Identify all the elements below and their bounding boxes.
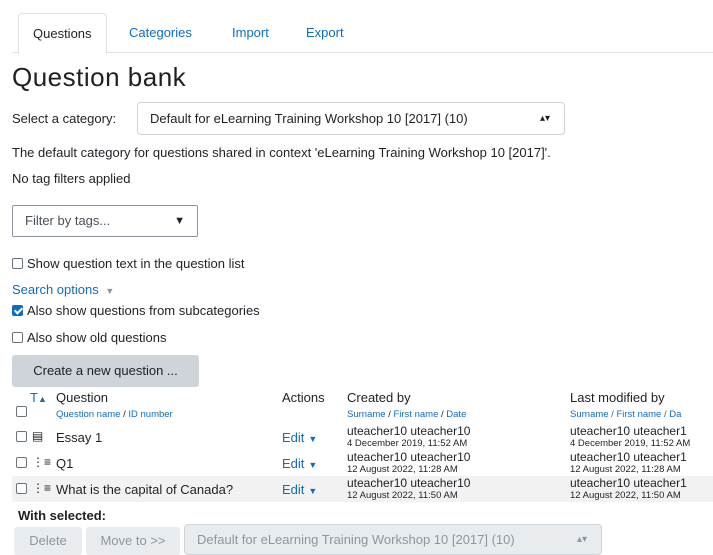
question-sort-links: Question name / ID number [56,409,173,420]
modified-sort-links[interactable]: Surname / First name / Da [570,409,681,420]
edit-label: Edit [282,482,305,497]
modified-by-name: uteacher10 uteacher1 [570,476,687,490]
tab-export[interactable]: Export [306,13,344,53]
show-question-text-checkbox[interactable] [12,258,23,269]
tab-questions[interactable]: Questions [18,13,107,54]
sort-question-name[interactable]: Question name [56,409,120,420]
row-checkbox[interactable] [16,431,27,442]
edit-menu[interactable]: Edit ▼ [282,430,317,445]
modified-date: 12 August 2022, 11:28 AM [570,464,681,475]
header-type: T [30,390,38,405]
created-date: 12 August 2022, 11:28 AM [347,464,458,475]
filter-by-tags[interactable]: Filter by tags... ▼ [12,205,198,237]
caret-down-icon: ▼ [308,486,318,496]
sort-created-first-name[interactable]: First name [393,409,438,420]
header-question: Question [56,390,109,405]
create-question-button[interactable]: Create a new question ... [12,355,199,387]
created-sort-links: Surname / First name / Date [347,409,466,420]
modified-by-name: uteacher10 uteacher1 [570,424,687,438]
caret-down-icon: ▼ [308,460,318,470]
table-row: ⋮≡ What is the capital of Canada? Edit ▼ … [12,476,713,502]
tag-filter-status: No tag filters applied [12,171,131,186]
created-by-name: uteacher10 uteacher10 [347,450,471,464]
tab-categories[interactable]: Categories [129,13,192,53]
category-select-value: Default for eLearning Training Workshop … [150,111,468,126]
subcategories-option[interactable]: Also show questions from subcategories [12,303,260,318]
multichoice-icon: ⋮≡ [32,481,52,495]
edit-menu[interactable]: Edit ▼ [282,456,317,471]
tab-import[interactable]: Import [232,13,269,53]
created-by-name: uteacher10 uteacher10 [347,476,471,490]
old-questions-option[interactable]: Also show old questions [12,330,166,345]
sort-created-surname[interactable]: Surname [347,409,386,420]
select-arrows-icon: ▴▾ [576,534,587,545]
move-to-category-select[interactable]: Default for eLearning Training Workshop … [184,524,602,555]
move-to-button[interactable]: Move to >> [86,527,180,555]
move-to-select-value: Default for eLearning Training Workshop … [197,532,515,547]
dropdown-triangle-icon: ▼ [174,215,185,227]
header-actions: Actions [282,390,325,405]
created-date: 12 August 2022, 11:50 AM [347,490,458,501]
question-name: What is the capital of Canada? [56,482,234,497]
select-arrows-icon: ▴▾ [539,113,550,124]
category-select-label: Select a category: [12,111,117,126]
sort-type-header[interactable]: T▲ [30,390,47,405]
caret-down-icon: ▼ [308,434,318,444]
sort-up-icon: ▲ [37,394,47,404]
search-options-toggle[interactable]: Search options ▼ [12,282,114,297]
created-by-name: uteacher10 uteacher10 [347,424,471,438]
tab-bar: Questions Categories Import Export [12,13,713,54]
edit-label: Edit [282,456,305,471]
table-row: ⋮≡ Q1 Edit ▼ uteacher10 uteacher10 12 Aug… [12,450,713,476]
table-row: ▤ Essay 1 Edit ▼ uteacher10 uteacher10 4 … [12,424,713,450]
delete-button[interactable]: Delete [14,527,82,555]
row-checkbox[interactable] [16,457,27,468]
edit-menu[interactable]: Edit ▼ [282,482,317,497]
show-question-text-label: Show question text in the question list [27,256,245,271]
show-question-text-option[interactable]: Show question text in the question list [12,256,245,271]
row-checkbox[interactable] [16,483,27,494]
sort-created-date[interactable]: Date [446,409,466,420]
old-questions-checkbox[interactable] [12,332,23,343]
question-name: Essay 1 [56,430,103,445]
header-created-by: Created by [347,390,411,405]
old-questions-label: Also show old questions [27,330,167,345]
edit-label: Edit [282,430,305,445]
select-all-checkbox[interactable] [16,406,27,417]
modified-by-name: uteacher10 uteacher1 [570,450,687,464]
page-title: Question bank [12,62,187,92]
header-last-modified-by: Last modified by [570,390,665,405]
subcategories-checkbox[interactable] [12,305,23,316]
chevron-down-icon: ▼ [105,286,115,296]
essay-icon: ▤ [32,429,44,443]
with-selected-label: With selected: [18,508,107,523]
sort-id-number[interactable]: ID number [128,409,172,420]
multichoice-icon: ⋮≡ [32,455,52,469]
subcategories-label: Also show questions from subcategories [27,303,260,318]
category-select[interactable]: Default for eLearning Training Workshop … [137,102,565,135]
question-name: Q1 [56,456,74,471]
modified-date: 4 December 2019, 11:52 AM [570,438,691,449]
filter-placeholder: Filter by tags... [25,213,111,228]
search-options-label: Search options [12,282,99,297]
created-date: 4 December 2019, 11:52 AM [347,438,468,449]
modified-date: 12 August 2022, 11:50 AM [570,490,681,501]
context-description: The default category for questions share… [12,145,551,160]
